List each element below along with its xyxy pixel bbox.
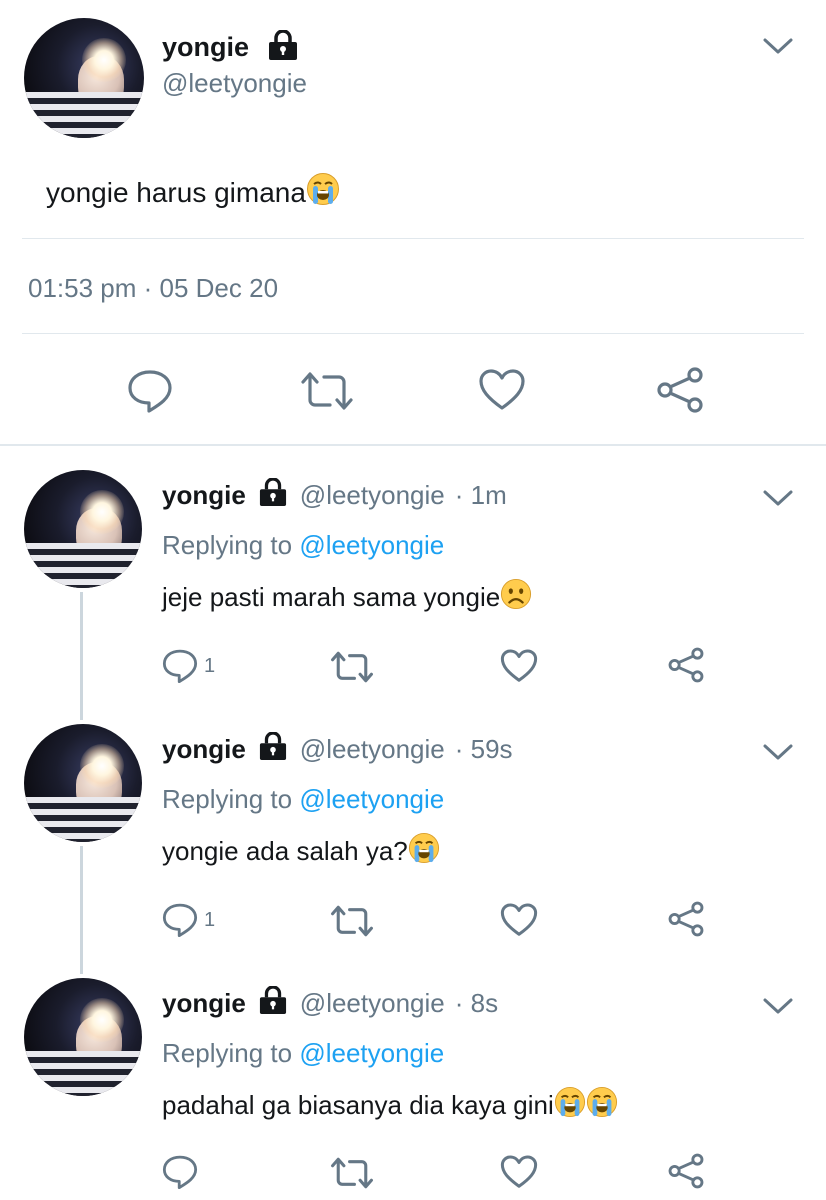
tweet-text: yongie ada salah ya?: [162, 836, 408, 866]
reply-icon: [162, 903, 198, 938]
share-icon: [668, 1153, 704, 1189]
like-button[interactable]: [500, 1154, 538, 1190]
share-button[interactable]: [667, 900, 705, 938]
reply-button[interactable]: 1: [162, 648, 215, 684]
chevron-down-icon[interactable]: [762, 488, 794, 513]
author-handle[interactable]: @leetyongie: [300, 480, 445, 511]
relative-time: · 59s: [454, 734, 513, 764]
retweet-icon: [331, 651, 373, 683]
author-handle[interactable]: @leetyongie: [162, 68, 307, 99]
loudly-crying-face-emoji: [408, 832, 440, 871]
author-name[interactable]: yongie: [162, 988, 246, 1019]
heart-icon: [500, 903, 538, 936]
reply-icon: [162, 649, 198, 684]
loudly-crying-face-emoji: [586, 1086, 618, 1125]
relative-time: · 1m: [454, 480, 507, 510]
reply-count: 1: [204, 654, 216, 677]
avatar[interactable]: [24, 18, 144, 138]
loudly-crying-face-emoji: [554, 1086, 586, 1125]
thread-line: [80, 846, 83, 974]
author-handle[interactable]: @leetyongie: [300, 988, 445, 1019]
lock-icon: [256, 731, 290, 767]
replying-to-link[interactable]: @leetyongie: [299, 1038, 444, 1068]
divider: [22, 238, 804, 239]
lock-icon: [256, 985, 290, 1021]
lock-icon: [265, 29, 301, 65]
retweet-button[interactable]: [330, 1156, 374, 1190]
reply-icon: [128, 370, 172, 413]
reply-icon: [162, 1155, 198, 1190]
share-button[interactable]: [667, 646, 705, 684]
divider: [22, 333, 804, 334]
reply-button[interactable]: 1: [162, 902, 215, 938]
avatar[interactable]: [24, 978, 142, 1096]
like-button[interactable]: [500, 648, 538, 684]
like-button[interactable]: [500, 902, 538, 938]
retweet-icon: [301, 372, 353, 410]
replying-to: Replying to @leetyongie: [162, 784, 445, 814]
chevron-down-icon[interactable]: [762, 36, 794, 61]
replying-to-link[interactable]: @leetyongie: [299, 530, 444, 560]
lock-icon: [256, 477, 290, 513]
avatar[interactable]: [24, 724, 142, 842]
retweet-button[interactable]: [330, 904, 374, 938]
share-icon: [668, 901, 704, 937]
author-name[interactable]: yongie: [162, 480, 246, 511]
author-name[interactable]: yongie: [162, 734, 246, 765]
author-handle[interactable]: @leetyongie: [300, 734, 445, 765]
share-button[interactable]: [667, 1152, 705, 1190]
loudly-crying-face-emoji: [306, 172, 340, 213]
heart-icon: [500, 1155, 538, 1188]
heart-icon: [500, 649, 538, 682]
reply-button[interactable]: [127, 368, 173, 414]
reply-count: 1: [204, 908, 216, 931]
replying-to: Replying to @leetyongie: [162, 1038, 445, 1068]
share-icon: [668, 647, 704, 683]
chevron-down-icon[interactable]: [762, 742, 794, 767]
share-icon: [657, 367, 703, 413]
reply-button[interactable]: [162, 1154, 204, 1190]
relative-time: · 8s: [454, 988, 499, 1018]
chevron-down-icon[interactable]: [762, 996, 794, 1021]
retweet-button[interactable]: [330, 650, 374, 684]
replying-to-link[interactable]: @leetyongie: [299, 784, 444, 814]
tweet-text: jeje pasti marah sama yongie: [162, 582, 501, 612]
retweet-button[interactable]: [300, 370, 354, 412]
tweet-text: padahal ga biasanya dia kaya gini: [162, 1090, 554, 1120]
retweet-icon: [331, 905, 373, 937]
share-button[interactable]: [655, 366, 705, 414]
retweet-icon: [331, 1157, 373, 1189]
section-divider: [0, 444, 826, 446]
like-button[interactable]: [478, 368, 526, 412]
avatar[interactable]: [24, 470, 142, 588]
thread-line: [80, 592, 83, 720]
author-name[interactable]: yongie: [162, 32, 249, 63]
replying-to: Replying to @leetyongie: [162, 530, 445, 560]
tweet-text: yongie harus gimana: [46, 176, 306, 208]
timestamp[interactable]: 01:53 pm · 05 Dec 20: [28, 273, 278, 304]
heart-icon: [479, 369, 525, 410]
frowning-face-emoji: [500, 578, 532, 617]
